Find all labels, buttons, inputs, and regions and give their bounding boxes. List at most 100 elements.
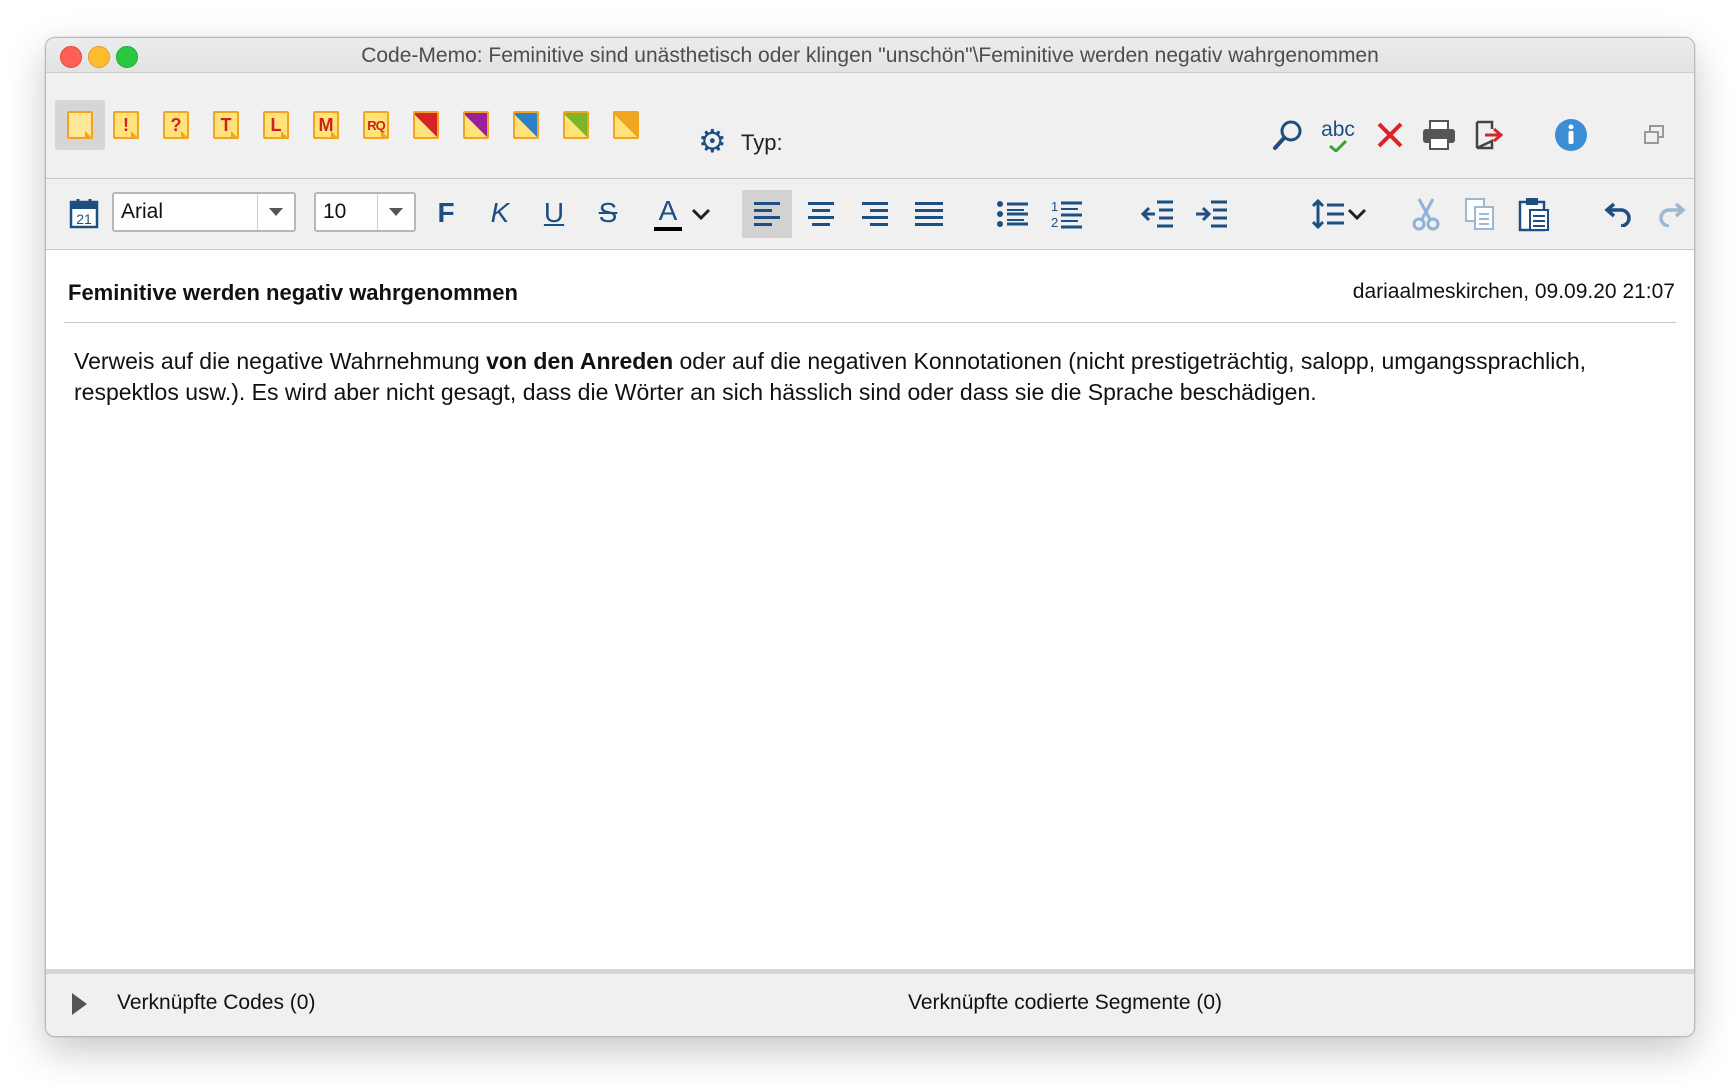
- redo-button[interactable]: [1650, 191, 1694, 237]
- copy-icon: [1465, 198, 1494, 230]
- memo-type-question-button[interactable]: ?: [151, 100, 201, 150]
- detach-window-button[interactable]: [1638, 119, 1670, 151]
- memo-m-icon: M: [313, 111, 339, 139]
- strikethrough-button[interactable]: S: [588, 191, 628, 235]
- bullet-list-icon: [997, 201, 1028, 227]
- svg-text:2: 2: [1051, 215, 1058, 230]
- memo-author-date: dariaalmeskirchen, 09.09.20 21:07: [1352, 280, 1675, 303]
- linked-segments-label[interactable]: Verknüpfte codierte Segmente (0): [908, 991, 1222, 1015]
- font-size-value: 10: [323, 200, 347, 223]
- expand-triangle-icon[interactable]: [72, 993, 87, 1015]
- align-right-button[interactable]: [850, 190, 900, 238]
- decrease-indent-button[interactable]: [1134, 191, 1180, 237]
- window-title: Code-Memo: Feminitive sind unästhetisch …: [361, 44, 1379, 67]
- underline-button[interactable]: U: [534, 191, 574, 235]
- align-right-icon: [862, 202, 888, 226]
- delete-x-icon: [1377, 122, 1403, 148]
- bullet-list-button[interactable]: [990, 191, 1036, 237]
- memo-green-icon: [563, 111, 589, 139]
- memo-type-red-button[interactable]: [401, 100, 451, 150]
- memo-type-green-button[interactable]: [551, 100, 601, 150]
- memo-type-method-button[interactable]: M: [301, 100, 351, 150]
- align-center-button[interactable]: [796, 190, 846, 238]
- strikethrough-icon: S: [598, 197, 618, 228]
- header-divider: [64, 322, 1676, 323]
- align-center-icon: [808, 202, 834, 226]
- indent-icon: [1196, 200, 1227, 228]
- chevron-down-icon: [691, 208, 711, 221]
- memo-type-standard-button[interactable]: [55, 100, 105, 150]
- svg-text:1: 1: [1051, 199, 1058, 214]
- checkmark-icon: [1329, 139, 1348, 152]
- numbered-list-button[interactable]: 1 2: [1044, 191, 1090, 237]
- memo-type-purple-button[interactable]: [451, 100, 501, 150]
- memo-purple-icon: [463, 111, 489, 139]
- linked-codes-label[interactable]: Verknüpfte Codes (0): [117, 991, 315, 1015]
- cut-button[interactable]: [1404, 191, 1448, 237]
- text-color-button[interactable]: A: [648, 189, 718, 239]
- memo-type-literature-button[interactable]: L: [251, 100, 301, 150]
- search-button[interactable]: [1268, 115, 1308, 155]
- calendar-icon: 21: [69, 199, 99, 229]
- justify-button[interactable]: [904, 190, 954, 238]
- memo-question-icon: ?: [163, 111, 189, 139]
- clipboard-icon: [1518, 198, 1549, 232]
- gear-icon[interactable]: ⚙: [698, 125, 727, 157]
- memo-standard-icon: [67, 111, 93, 139]
- font-size-select[interactable]: 10: [314, 192, 416, 232]
- type-label: Typ:: [741, 130, 783, 155]
- window-restore-icon: [1644, 125, 1664, 144]
- memo-type-theory-button[interactable]: T: [201, 100, 251, 150]
- title-bar: Code-Memo: Feminitive sind unästhetisch …: [46, 38, 1694, 73]
- chevron-down-icon: [377, 194, 414, 230]
- memo-content: Feminitive werden negativ wahrgenommen d…: [46, 250, 1694, 974]
- memo-type-exclamation-button[interactable]: !: [101, 100, 151, 150]
- font-family-value: Arial: [121, 200, 164, 223]
- align-left-button[interactable]: [742, 190, 792, 238]
- italic-icon: K: [490, 197, 510, 228]
- memo-exclamation-icon: !: [113, 111, 139, 139]
- print-button[interactable]: [1418, 115, 1460, 155]
- memo-blue-icon: [513, 111, 539, 139]
- memo-type-toolbar: ! ? T L M RQ ⚙ Typ: abc: [46, 73, 1694, 179]
- memo-t-icon: T: [213, 111, 239, 139]
- info-icon: [1555, 119, 1587, 151]
- outdent-icon: [1140, 200, 1173, 228]
- memo-text-editor[interactable]: Verweis auf die negative Wahrnehmung von…: [74, 346, 1654, 408]
- font-family-select[interactable]: Arial: [112, 192, 296, 232]
- text-color-icon: A: [654, 197, 682, 231]
- bold-button[interactable]: F: [426, 191, 466, 235]
- format-toolbar: 21 Arial 10 F K U S A 1 2: [46, 179, 1694, 250]
- bold-icon: F: [437, 197, 455, 228]
- printer-icon: [1423, 120, 1455, 150]
- memo-type-research-question-button[interactable]: RQ: [351, 100, 401, 150]
- memo-rq-icon: RQ: [363, 111, 389, 139]
- insert-date-button[interactable]: 21: [64, 193, 104, 233]
- memo-body-bold-text: von den Anreden: [486, 348, 674, 374]
- calendar-day-text: 21: [76, 211, 92, 227]
- numbered-list-icon: 1 2: [1051, 199, 1082, 230]
- memo-type-blue-button[interactable]: [501, 100, 551, 150]
- info-button[interactable]: [1551, 115, 1591, 155]
- italic-button[interactable]: K: [480, 191, 520, 235]
- underline-icon: U: [543, 197, 565, 228]
- memo-orange-icon: [613, 111, 639, 139]
- copy-button[interactable]: [1458, 191, 1502, 237]
- align-left-icon: [754, 202, 780, 226]
- increase-indent-button[interactable]: [1188, 191, 1234, 237]
- undo-icon: [1604, 202, 1631, 227]
- line-spacing-button[interactable]: [1308, 191, 1372, 237]
- redo-icon: [1659, 202, 1686, 227]
- export-icon: [1475, 120, 1504, 150]
- undo-button[interactable]: [1596, 191, 1640, 237]
- delete-memo-button[interactable]: [1370, 115, 1410, 155]
- justify-icon: [915, 202, 943, 226]
- export-button[interactable]: [1469, 115, 1509, 155]
- memo-title: Feminitive werden negativ wahrgenommen: [68, 280, 518, 305]
- search-icon: [1273, 120, 1302, 150]
- spellcheck-button[interactable]: abc: [1316, 113, 1360, 157]
- memo-type-orange-button[interactable]: [601, 100, 651, 150]
- memo-body-text: Verweis auf die negative Wahrnehmung: [74, 348, 487, 374]
- memo-red-icon: [413, 111, 439, 139]
- paste-button[interactable]: [1512, 191, 1556, 237]
